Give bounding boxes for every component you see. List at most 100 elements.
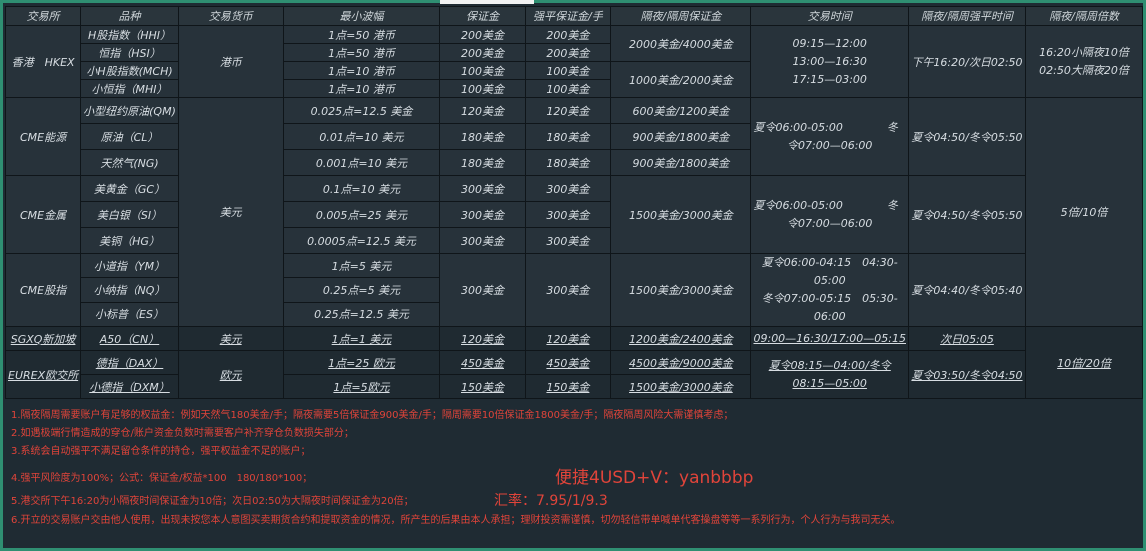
- product-cell: A50（CN）: [80, 326, 179, 351]
- header-liq-time: 隔夜/隔周强平时间: [908, 6, 1026, 26]
- tick-cell: 0.005点=25 美元: [282, 201, 441, 228]
- multiple-line: 16:20小隔夜10倍: [1039, 45, 1129, 59]
- contact-text: 便捷4USD+V：yanbbbp: [555, 468, 754, 488]
- hours-line: 夏令06:00-04:15 04:30-05:00: [761, 256, 898, 287]
- note-4: 4.强平风险度为100%；公式：保证金/权益*100 180/180*100；: [11, 473, 313, 484]
- hours-cell: 夏令06:00-05:00 冬 令07:00—06:00: [750, 175, 909, 254]
- overnight-cell: 2000美金/4000美金: [610, 25, 752, 62]
- hours-cell: 09:00—16:30/17:00—05:15: [750, 326, 909, 351]
- table-row: CME股指 小道指（YM） 1点=5 美元 300美金 300美金 1500美金…: [4, 252, 1143, 327]
- liq-cell: 200美金: [524, 25, 612, 44]
- hours-line: 令07:00—06:00: [787, 138, 873, 152]
- product-cell: 小H股指数(MCH): [80, 61, 179, 80]
- tick-cell: 1点=1 美元: [282, 326, 441, 351]
- margin-cell: 120美金: [439, 97, 526, 124]
- tick-cell: 1点=25 欧元: [282, 350, 441, 375]
- table-row: 香港 HKEX H股指数（HHI） 港币 1点=50 港币 200美金 200美…: [4, 25, 1144, 98]
- hours-line: 夏令06:00-05:00 冬: [753, 198, 898, 212]
- tick-cell: 1点=50 港币: [282, 25, 441, 44]
- liq-cell: 300美金: [524, 201, 612, 228]
- liq-cell: 120美金: [524, 97, 612, 124]
- hours-line: 夏令08:15—04:00/冬令: [768, 358, 891, 372]
- tick-cell: 1点=5欧元: [282, 374, 441, 399]
- currency-cell: 港币: [177, 25, 284, 98]
- liq-time-cell: 夏令04:40/冬令05:40: [908, 253, 1026, 327]
- note-6: 6.开立的交易账户交由他人使用，出现未按您本人意图买卖期货合约和提取资金的情况，…: [11, 515, 901, 526]
- product-cell: H股指数（HHI）: [80, 25, 179, 44]
- table-row: EUREX欧交所 德指（DAX） 欧元 1点=25 欧元 450美金 450美金…: [4, 350, 1143, 399]
- currency-cell: 美元: [177, 97, 284, 327]
- note-2: 2.如遇极端行情造成的穿仓/账户资金负数时需要客户补齐穿仓负数损失部分；: [11, 428, 354, 439]
- product-cell: 美白银（SI）: [80, 201, 179, 228]
- product-cell: 德指（DAX）: [80, 350, 179, 375]
- header-multiple: 隔夜/隔周倍数: [1024, 6, 1144, 26]
- overnight-cell: 1000美金/2000美金: [610, 61, 752, 98]
- overnight-cell: 900美金/1800美金: [610, 123, 752, 150]
- exchange-eurex: EUREX欧交所: [4, 350, 82, 399]
- hours-line: 令07:00—06:00: [787, 216, 873, 230]
- liq-cell: 100美金: [524, 79, 612, 98]
- table-row: CME金属 美黄金（GC） 0.1点=10 美元 300美金 300美金 150…: [4, 175, 1143, 254]
- liq-time-cell: 夏令03:50/冬令04:50: [908, 350, 1026, 399]
- liq-time-cell: 夏令04:50/冬令05:50: [908, 175, 1026, 254]
- hours-cell: 夏令08:15—04:00/冬令 08:15—05:00: [750, 350, 909, 399]
- overnight-cell: 1500美金/3000美金: [610, 374, 752, 399]
- tick-cell: 0.25点=5 美元: [282, 277, 441, 303]
- margin-cell: 200美金: [439, 25, 526, 44]
- hours-cell: 夏令06:00-05:00 冬 令07:00—06:00: [750, 97, 909, 176]
- tick-cell: 1点=5 美元: [282, 252, 441, 279]
- product-cell: 美铜（HG）: [80, 227, 179, 254]
- note-5: 5.港交所下午16:20为小隔夜时间保证金为10倍；次日02:50为大隔夜时间保…: [11, 496, 414, 507]
- tick-cell: 1点=50 港币: [282, 43, 441, 62]
- liq-cell: 100美金: [524, 61, 612, 80]
- note-3: 3.系统会自动强平不满足留仓条件的持仓，强平权益金不足的账户；: [11, 446, 311, 457]
- note-1: 1.隔夜隔周需要账户有足够的权益金：例如天然气180美金/手；隔夜需要5倍保证金…: [11, 410, 734, 421]
- margin-cell: 300美金: [439, 175, 526, 202]
- table-header-row: 交易所 品种 交易货币 最小波幅 保证金 强平保证金/手 隔夜/隔周保证金 交易…: [4, 6, 1144, 26]
- header-currency: 交易货币: [177, 6, 284, 26]
- liq-cell: 300美金: [524, 227, 612, 254]
- tick-cell: 1点=10 港币: [282, 79, 441, 98]
- page-frame: 交易所 品种 交易货币 最小波幅 保证金 强平保证金/手 隔夜/隔周保证金 交易…: [0, 0, 1146, 551]
- header-liq-margin: 强平保证金/手: [524, 6, 612, 26]
- overnight-cell: 1200美金/2400美金: [610, 326, 752, 351]
- product-cell: 美黄金（GC）: [80, 175, 179, 202]
- product-cell: 小纳指（NQ）: [80, 277, 179, 303]
- exchange-rate-text: 汇率：7.95/1/9.3: [494, 493, 608, 509]
- liq-time-cell: 下午16:20/次日02:50: [908, 25, 1026, 98]
- margin-cell: 180美金: [439, 123, 526, 150]
- tick-cell: 0.001点=10 美元: [282, 149, 441, 176]
- exchange-cme-energy: CME能源: [4, 97, 82, 176]
- header-min-tick: 最小波幅: [282, 6, 441, 26]
- trading-table: 交易所 品种 交易货币 最小波幅 保证金 强平保证金/手 隔夜/隔周保证金 交易…: [4, 6, 1144, 399]
- multiple-cell: 10倍/20倍: [1024, 326, 1144, 399]
- table-row: SGXQ新加坡 A50（CN） 美元 1点=1 美元 120美金 120美金 1…: [4, 326, 1144, 399]
- margin-cell: 120美金: [439, 326, 526, 351]
- overnight-cell: 4500美金/9000美金: [610, 350, 752, 375]
- header-overnight-margin: 隔夜/隔周保证金: [610, 6, 752, 26]
- hours-cell: 09:15—12:00 13:00—16:30 17:15—03:00: [750, 25, 909, 98]
- liq-cell: 180美金: [524, 123, 612, 150]
- liq-cell: 450美金: [524, 350, 612, 375]
- hours-line: 09:15—12:00: [792, 36, 867, 50]
- margin-cell: 150美金: [439, 374, 526, 399]
- liq-time-cell: 夏令04:50/冬令05:50: [908, 97, 1026, 176]
- tick-cell: 0.25点=12.5 美元: [282, 301, 441, 328]
- hours-line: 冬令07:00-05:15 05:30-06:00: [761, 292, 898, 323]
- table-row: CME能源 小型纽约原油(QM) 美元 0.025点=12.5 美金 120美金…: [4, 97, 1144, 327]
- top-marker: [440, 0, 534, 4]
- liq-cell: 300美金: [524, 253, 612, 327]
- liq-cell: 200美金: [524, 43, 612, 62]
- tick-cell: 1点=10 港币: [282, 61, 441, 80]
- product-cell: 小恒指（MHI）: [80, 79, 179, 98]
- product-cell: 小型纽约原油(QM): [80, 97, 179, 124]
- margin-cell: 180美金: [439, 149, 526, 176]
- hours-line: 08:15—05:00: [792, 376, 867, 390]
- tick-cell: 0.025点=12.5 美金: [282, 97, 441, 124]
- overnight-cell: 1500美金/3000美金: [610, 253, 752, 327]
- multiple-line: 02:50大隔夜20倍: [1039, 63, 1129, 77]
- margin-cell: 100美金: [439, 79, 526, 98]
- margin-cell: 300美金: [439, 253, 526, 327]
- liq-cell: 300美金: [524, 175, 612, 202]
- header-product: 品种: [80, 6, 179, 26]
